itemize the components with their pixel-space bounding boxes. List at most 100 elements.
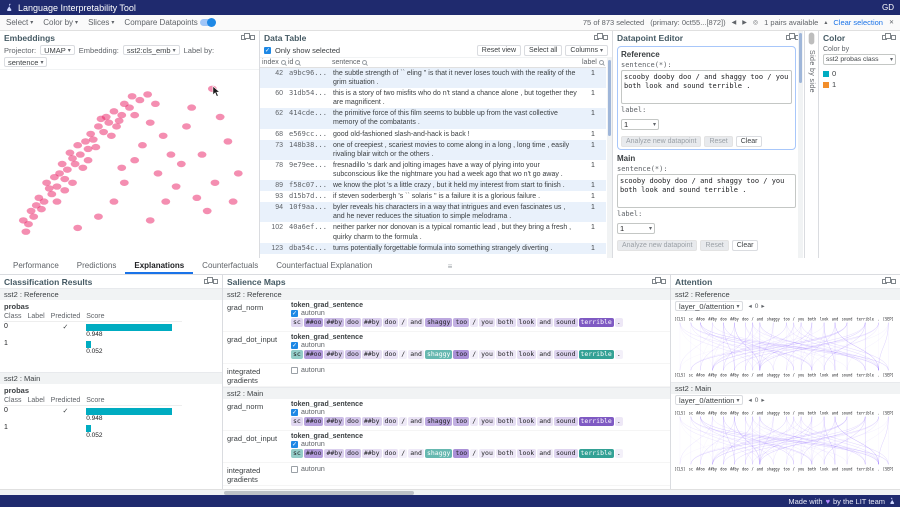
label-select[interactable]: 1▾ [617, 223, 655, 234]
salience-token[interactable]: / [470, 417, 478, 426]
salience-token[interactable]: . [615, 350, 623, 359]
salience-token[interactable]: doo [345, 449, 361, 458]
salience-token[interactable]: sound [554, 417, 578, 426]
salience-token[interactable]: ##by [324, 449, 344, 458]
tab-predictions[interactable]: Predictions [68, 258, 126, 274]
datapoint-dot[interactable] [107, 133, 116, 139]
pairs-expand-icon[interactable]: ▴ [824, 19, 827, 26]
clear-button[interactable]: Clear [736, 136, 763, 147]
table-row[interactable]: 73148b38...one of creepiest , scariest m… [260, 140, 606, 160]
datapoint-dot[interactable] [86, 131, 95, 137]
toolbar-menu-slices[interactable]: Slices▾ [88, 18, 114, 27]
salience-token[interactable]: / [470, 449, 478, 458]
salience-token[interactable]: too [453, 318, 469, 327]
datapoint-dot[interactable] [47, 191, 56, 197]
next-datapoint-icon[interactable]: ▶ [742, 19, 747, 26]
table-row[interactable]: 10240a6ef...neither parker nor donovan i… [260, 222, 606, 242]
datapoint-dot[interactable] [234, 170, 243, 176]
salience-token[interactable]: shaggy [425, 417, 452, 426]
embedding-control-select[interactable]: UMAP▾ [40, 45, 75, 55]
compare-datapoints-toggle[interactable]: Compare Datapoints [124, 18, 214, 27]
datapoint-dot[interactable] [130, 157, 139, 163]
datapoint-dot[interactable] [53, 183, 62, 189]
table-row[interactable]: 62414cde...the primitive force of this f… [260, 108, 606, 128]
salience-token[interactable]: doo [345, 318, 361, 327]
datapoint-dot[interactable] [94, 123, 103, 129]
salience-token[interactable]: too [453, 350, 469, 359]
salience-token[interactable]: / [399, 350, 407, 359]
toolbar-menu-select[interactable]: Select▾ [6, 18, 33, 27]
search-icon[interactable] [362, 60, 367, 65]
salience-token[interactable]: and [408, 449, 424, 458]
salience-token[interactable]: both [496, 449, 516, 458]
salience-token[interactable]: . [615, 318, 623, 327]
salience-token[interactable]: doo [383, 417, 399, 426]
salience-token[interactable]: doo [345, 350, 361, 359]
salience-token[interactable]: look [517, 350, 537, 359]
maximize-icon[interactable] [891, 279, 896, 284]
salience-token[interactable]: and [537, 350, 553, 359]
table-scrollbar[interactable] [607, 58, 612, 258]
salience-token[interactable]: look [517, 449, 537, 458]
datapoint-dot[interactable] [128, 93, 137, 99]
datapoint-dot[interactable] [42, 180, 51, 186]
prev-datapoint-icon[interactable]: ◀ [732, 19, 737, 26]
head-next-icon[interactable]: ▸ [761, 302, 764, 310]
salience-token[interactable]: ##oo [304, 449, 324, 458]
reset-button[interactable]: Reset [700, 240, 728, 251]
datapoint-dot[interactable] [146, 119, 155, 125]
autorun-checkbox[interactable]: ✓ [291, 409, 298, 416]
salience-token[interactable]: / [470, 318, 478, 327]
maximize-icon[interactable] [250, 35, 255, 40]
autorun-checkbox[interactable] [291, 466, 298, 473]
salience-token[interactable]: doo [383, 350, 399, 359]
label-select[interactable]: 1▾ [621, 119, 659, 130]
datapoint-dot[interactable] [192, 195, 201, 201]
datapoint-dot[interactable] [21, 228, 30, 234]
horizontal-scrollbar[interactable] [0, 489, 900, 495]
datapoint-dot[interactable] [19, 217, 28, 223]
salience-token[interactable]: ##by [362, 350, 382, 359]
salience-token[interactable]: you [479, 318, 495, 327]
salience-token[interactable]: and [537, 417, 553, 426]
drag-handle-icon[interactable]: ≡ [448, 258, 453, 275]
embedding-control-select[interactable]: sentence▾ [4, 57, 47, 67]
datapoint-dot[interactable] [53, 198, 62, 204]
analyze-new-datapoint-button[interactable]: Analyze new datapoint [617, 240, 697, 251]
autorun-checkbox[interactable]: ✓ [291, 441, 298, 448]
salience-token[interactable]: sound [554, 350, 578, 359]
table-row[interactable]: 89f58c07...we know the plot 's a little … [260, 180, 606, 191]
columns-button[interactable]: Columns ▾ [565, 45, 608, 56]
datapoint-dot[interactable] [73, 142, 82, 148]
datapoint-dot[interactable] [146, 217, 155, 223]
toolbar-menu-color-by[interactable]: Color by▾ [43, 18, 78, 27]
salience-token[interactable]: and [537, 449, 553, 458]
salience-token[interactable]: / [470, 350, 478, 359]
popout-icon[interactable] [594, 35, 599, 40]
salience-token[interactable]: and [408, 417, 424, 426]
tab-counterfactuals[interactable]: Counterfactuals [193, 258, 267, 274]
salience-token[interactable]: both [496, 318, 516, 327]
salience-token[interactable]: ##oo [304, 417, 324, 426]
datapoint-dot[interactable] [120, 101, 129, 107]
salience-token[interactable]: too [453, 417, 469, 426]
salience-token[interactable]: doo [345, 417, 361, 426]
salience-token[interactable]: shaggy [425, 449, 452, 458]
salience-token[interactable]: look [517, 318, 537, 327]
head-prev-icon[interactable]: ◂ [748, 396, 751, 404]
datapoint-dot[interactable] [29, 213, 38, 219]
maximize-icon[interactable] [891, 35, 896, 40]
autorun-checkbox[interactable]: ✓ [291, 310, 298, 317]
salience-token[interactable]: shaggy [425, 350, 452, 359]
attention-layer-select[interactable]: layer_0/attention▾ [675, 301, 743, 311]
datapoint-dot[interactable] [187, 104, 196, 110]
salience-token[interactable]: ##by [324, 318, 344, 327]
reset-view-button[interactable]: Reset view [477, 45, 521, 56]
salience-token[interactable]: you [479, 350, 495, 359]
autorun-checkbox[interactable]: ✓ [291, 342, 298, 349]
table-row[interactable]: 6031db54...this is a story of two misfit… [260, 88, 606, 108]
salience-token[interactable]: ##by [324, 350, 344, 359]
table-row[interactable]: 9410f9aa...byler reveals his characters … [260, 202, 606, 222]
salience-token[interactable]: sc [291, 350, 303, 359]
datapoint-dot[interactable] [104, 119, 113, 125]
